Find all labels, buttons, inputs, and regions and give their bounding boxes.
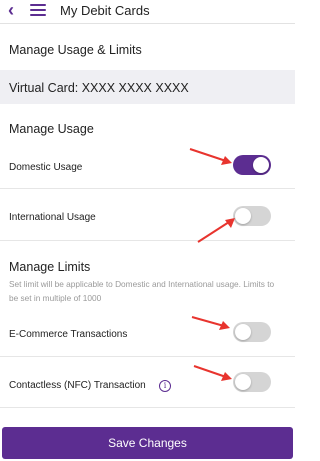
toggle-knob (235, 324, 251, 340)
row-divider (0, 240, 295, 241)
virtual-card-banner: Virtual Card: XXXX XXXX XXXX (0, 70, 295, 104)
annotation-arrow-icon (193, 365, 232, 381)
info-icon[interactable]: i (159, 380, 171, 392)
limits-note: Set limit will be applicable to Domestic… (9, 279, 275, 303)
annotation-arrow-icon (191, 316, 230, 330)
annotation-arrow-icon (189, 148, 232, 165)
contactless-label: Contactless (NFC) Transaction (9, 380, 146, 391)
ecommerce-label: E-Commerce Transactions (9, 329, 128, 340)
row-divider (0, 407, 295, 408)
usage-limits-heading: Manage Usage & Limits (9, 43, 142, 57)
manage-limits-heading: Manage Limits (9, 260, 91, 274)
toggle-knob (253, 157, 269, 173)
row-divider (0, 188, 295, 189)
domestic-usage-label: Domestic Usage (9, 162, 83, 173)
manage-usage-heading: Manage Usage (9, 122, 94, 136)
page-title: My Debit Cards (60, 3, 150, 18)
header-divider (0, 23, 295, 24)
international-usage-toggle[interactable] (233, 206, 271, 226)
toggle-knob (235, 374, 251, 390)
hamburger-menu-icon[interactable] (30, 4, 46, 16)
ecommerce-toggle[interactable] (233, 322, 271, 342)
toggle-knob (235, 208, 251, 224)
contactless-toggle[interactable] (233, 372, 271, 392)
virtual-card-number: Virtual Card: XXXX XXXX XXXX (9, 81, 189, 95)
save-changes-button[interactable]: Save Changes (2, 427, 293, 459)
annotation-arrow-icon (197, 218, 235, 243)
top-bar: ‹ My Debit Cards (0, 0, 295, 23)
row-divider (0, 356, 295, 357)
domestic-usage-toggle[interactable] (233, 155, 271, 175)
international-usage-label: International Usage (9, 212, 96, 223)
back-arrow-icon[interactable]: ‹ (8, 1, 22, 20)
